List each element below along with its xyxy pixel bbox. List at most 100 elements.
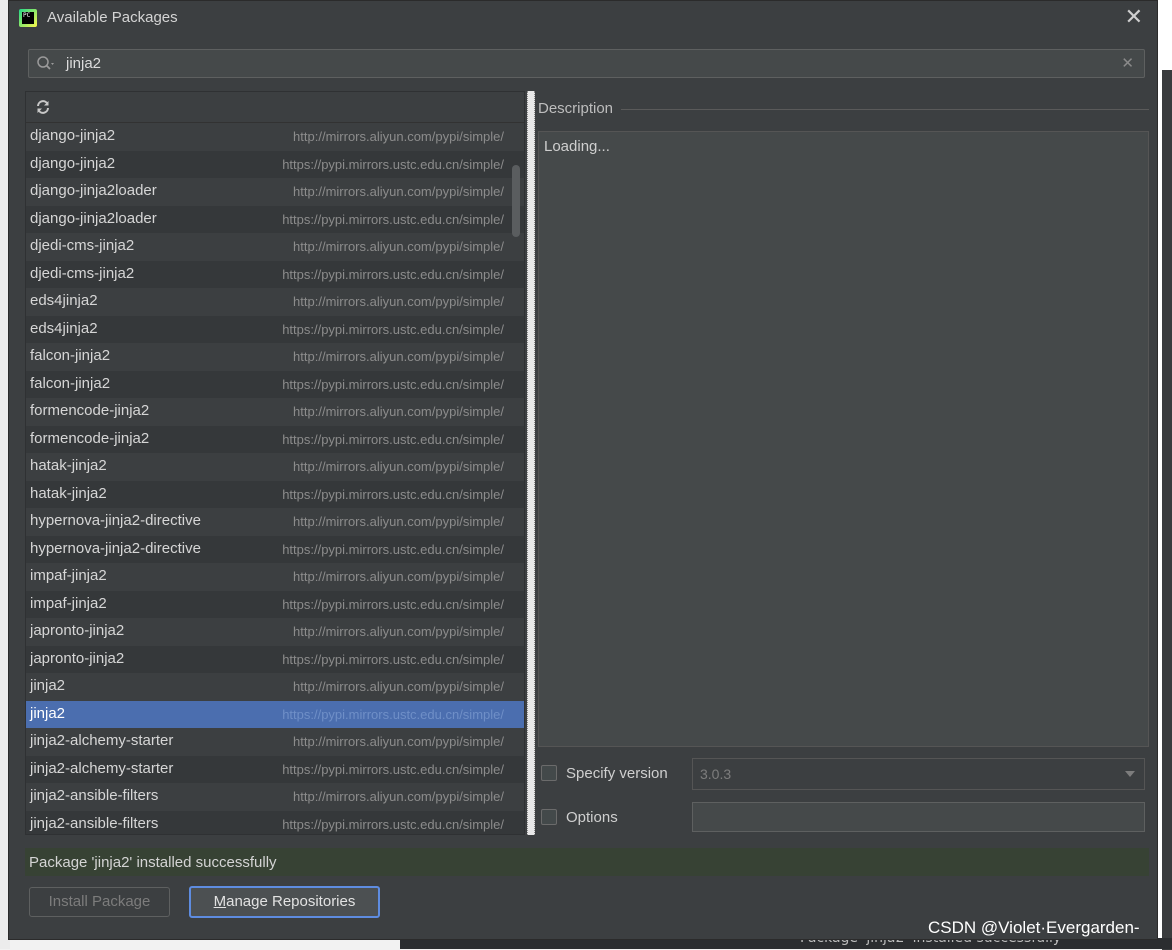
package-name: japronto-jinja2 [30,649,125,667]
package-name: django-jinja2 [30,154,116,172]
package-row[interactable]: jinja2-alchemy-starter http://mirrors.ali… [26,728,524,756]
package-repository: https://pypi.mirrors.ustc.edu.cn/simple/ [282,321,504,337]
description-area: Loading... [538,131,1149,747]
panel-splitter[interactable] [527,91,535,835]
package-name: hatak-jinja2 [30,457,107,474]
package-row[interactable]: jinja2-ansible-filters http://mirrors.ali… [26,783,524,811]
package-repository: https://pypi.mirrors.ustc.edu.cn/simple/ [282,376,504,392]
package-repository: http://mirrors.aliyun.com/pypi/simple/ [293,129,504,144]
package-name: django-jinja2loader [30,182,157,199]
status-message: Package 'jinja2' installed successfully [29,854,277,871]
package-repository: http://mirrors.aliyun.com/pypi/simple/ [293,679,504,694]
package-repository: http://mirrors.aliyun.com/pypi/simple/ [293,569,504,584]
package-row[interactable]: impaf-jinja2 https://pypi.mirrors.ustc.ed… [26,590,524,618]
package-name: formencode-jinja2 [30,402,150,419]
package-row[interactable]: hatak-jinja2 https://pypi.mirrors.ustc.ed… [26,480,524,508]
description-separator [538,109,1149,110]
search-value: jinja2 [66,55,102,72]
package-row[interactable]: falcon-jinja2 https://pypi.mirrors.ustc.e… [26,370,524,398]
package-repository: https://pypi.mirrors.ustc.edu.cn/simple/ [282,651,504,667]
options-checkbox[interactable] [541,809,557,825]
package-row[interactable]: jinja2-ansible-filters https://pypi.mirro… [26,810,524,834]
package-name: hypernova-jinja2-directive [30,539,201,557]
package-row[interactable]: djedi-cms-jinja2 http://mirrors.aliyun.co… [26,233,524,261]
manage-repositories-mnemonic: M [213,893,227,910]
package-row[interactable]: djedi-cms-jinja2 https://pypi.mirrors.ust… [26,260,524,288]
package-repository: https://pypi.mirrors.ustc.edu.cn/simple/ [282,596,504,612]
package-row[interactable]: falcon-jinja2 http://mirrors.aliyun.com/p… [26,343,524,371]
package-repository: https://pypi.mirrors.ustc.edu.cn/simple/ [282,266,504,282]
package-row[interactable]: formencode-jinja2 http://mirrors.aliyun.c… [26,398,524,426]
package-row[interactable]: jinja2 https://pypi.mirrors.ustc.edu.cn/s… [26,700,524,728]
package-row[interactable]: jinja2-alchemy-starter https://pypi.mirro… [26,755,524,783]
package-name: jinja2-alchemy-starter [30,759,174,777]
package-name: eds4jinja2 [30,319,98,337]
available-packages-dialog: PC Available Packages ✕ jinja2 ✕ django-… [8,0,1158,940]
package-name: jinja2-ansible-filters [30,814,159,832]
refresh-icon[interactable] [35,99,51,115]
package-repository: http://mirrors.aliyun.com/pypi/simple/ [293,734,504,749]
list-scrollbar[interactable] [512,165,520,237]
package-list-panel[interactable]: django-jinja2 http://mirrors.aliyun.com/p… [25,91,525,835]
chevron-down-icon [1125,771,1135,777]
package-repository: http://mirrors.aliyun.com/pypi/simple/ [293,624,504,639]
pycharm-app-icon: PC [19,9,37,27]
package-row[interactable]: hatak-jinja2 http://mirrors.aliyun.com/py… [26,453,524,481]
description-content: Loading... [544,138,610,155]
package-name: falcon-jinja2 [30,347,111,364]
package-repository: http://mirrors.aliyun.com/pypi/simple/ [293,239,504,254]
package-repository: http://mirrors.aliyun.com/pypi/simple/ [293,294,504,309]
package-name: hypernova-jinja2-directive [30,512,201,529]
package-row[interactable]: django-jinja2 http://mirrors.aliyun.com/p… [26,123,524,151]
package-row[interactable]: jinja2 http://mirrors.aliyun.com/pypi/sim… [26,673,524,701]
package-row[interactable]: django-jinja2loader https://pypi.mirrors.… [26,205,524,233]
package-name: falcon-jinja2 [30,374,111,392]
install-package-button[interactable]: Install Package [29,887,170,917]
package-repository: http://mirrors.aliyun.com/pypi/simple/ [293,349,504,364]
clear-search-icon[interactable]: ✕ [1121,54,1134,72]
options-field[interactable] [692,802,1145,832]
specify-version-checkbox[interactable] [541,765,557,781]
package-name: django-jinja2loader [30,209,157,227]
version-value: 3.0.3 [700,766,732,782]
package-row[interactable]: hypernova-jinja2-directive https://pypi.m… [26,535,524,563]
package-name: jinja2-alchemy-starter [30,732,174,749]
package-repository: https://pypi.mirrors.ustc.edu.cn/simple/ [282,761,504,777]
package-repository: https://pypi.mirrors.ustc.edu.cn/simple/ [282,156,504,172]
package-name: japronto-jinja2 [30,622,125,639]
package-repository: https://pypi.mirrors.ustc.edu.cn/simple/ [282,706,504,722]
package-row[interactable]: formencode-jinja2 https://pypi.mirrors.us… [26,425,524,453]
package-row[interactable]: eds4jinja2 http://mirrors.aliyun.com/pypi… [26,288,524,316]
description-label: Description [538,100,622,117]
options-label: Options [566,809,618,826]
package-repository: https://pypi.mirrors.ustc.edu.cn/simple/ [282,211,504,227]
package-row[interactable]: hypernova-jinja2-directive http://mirrors… [26,508,524,536]
package-repository: http://mirrors.aliyun.com/pypi/simple/ [293,789,504,804]
package-repository: http://mirrors.aliyun.com/pypi/simple/ [293,514,504,529]
specify-version-label: Specify version [566,765,668,782]
package-name: jinja2 [30,677,66,694]
package-row[interactable]: japronto-jinja2 http://mirrors.aliyun.com… [26,618,524,646]
status-bar: Package 'jinja2' installed successfully [25,848,1149,876]
package-list: django-jinja2 http://mirrors.aliyun.com/p… [26,123,524,834]
package-row[interactable]: impaf-jinja2 http://mirrors.aliyun.com/py… [26,563,524,591]
package-repository: https://pypi.mirrors.ustc.edu.cn/simple/ [282,486,504,502]
package-name: formencode-jinja2 [30,429,150,447]
watermark: CSDN @Violet·Evergarden- [928,918,1140,937]
package-repository: http://mirrors.aliyun.com/pypi/simple/ [293,184,504,199]
package-row[interactable]: django-jinja2loader http://mirrors.aliyun… [26,178,524,206]
close-icon[interactable]: ✕ [1125,7,1143,29]
search-icon[interactable] [36,55,56,73]
manage-repositories-button[interactable]: Manage Repositories [189,886,380,918]
package-name: impaf-jinja2 [30,567,107,584]
package-row[interactable]: japronto-jinja2 https://pypi.mirrors.ustc… [26,645,524,673]
window-title: Available Packages [47,9,178,26]
version-select[interactable]: 3.0.3 [692,758,1145,790]
search-input[interactable]: jinja2 ✕ [28,49,1145,78]
package-repository: http://mirrors.aliyun.com/pypi/simple/ [293,459,504,474]
package-list-toolbar [26,92,524,123]
app-icon-letters: PC [22,12,34,24]
package-row[interactable]: eds4jinja2 https://pypi.mirrors.ustc.edu.… [26,315,524,343]
package-name: jinja2 [30,704,66,722]
package-row[interactable]: django-jinja2 https://pypi.mirrors.ustc.e… [26,150,524,178]
